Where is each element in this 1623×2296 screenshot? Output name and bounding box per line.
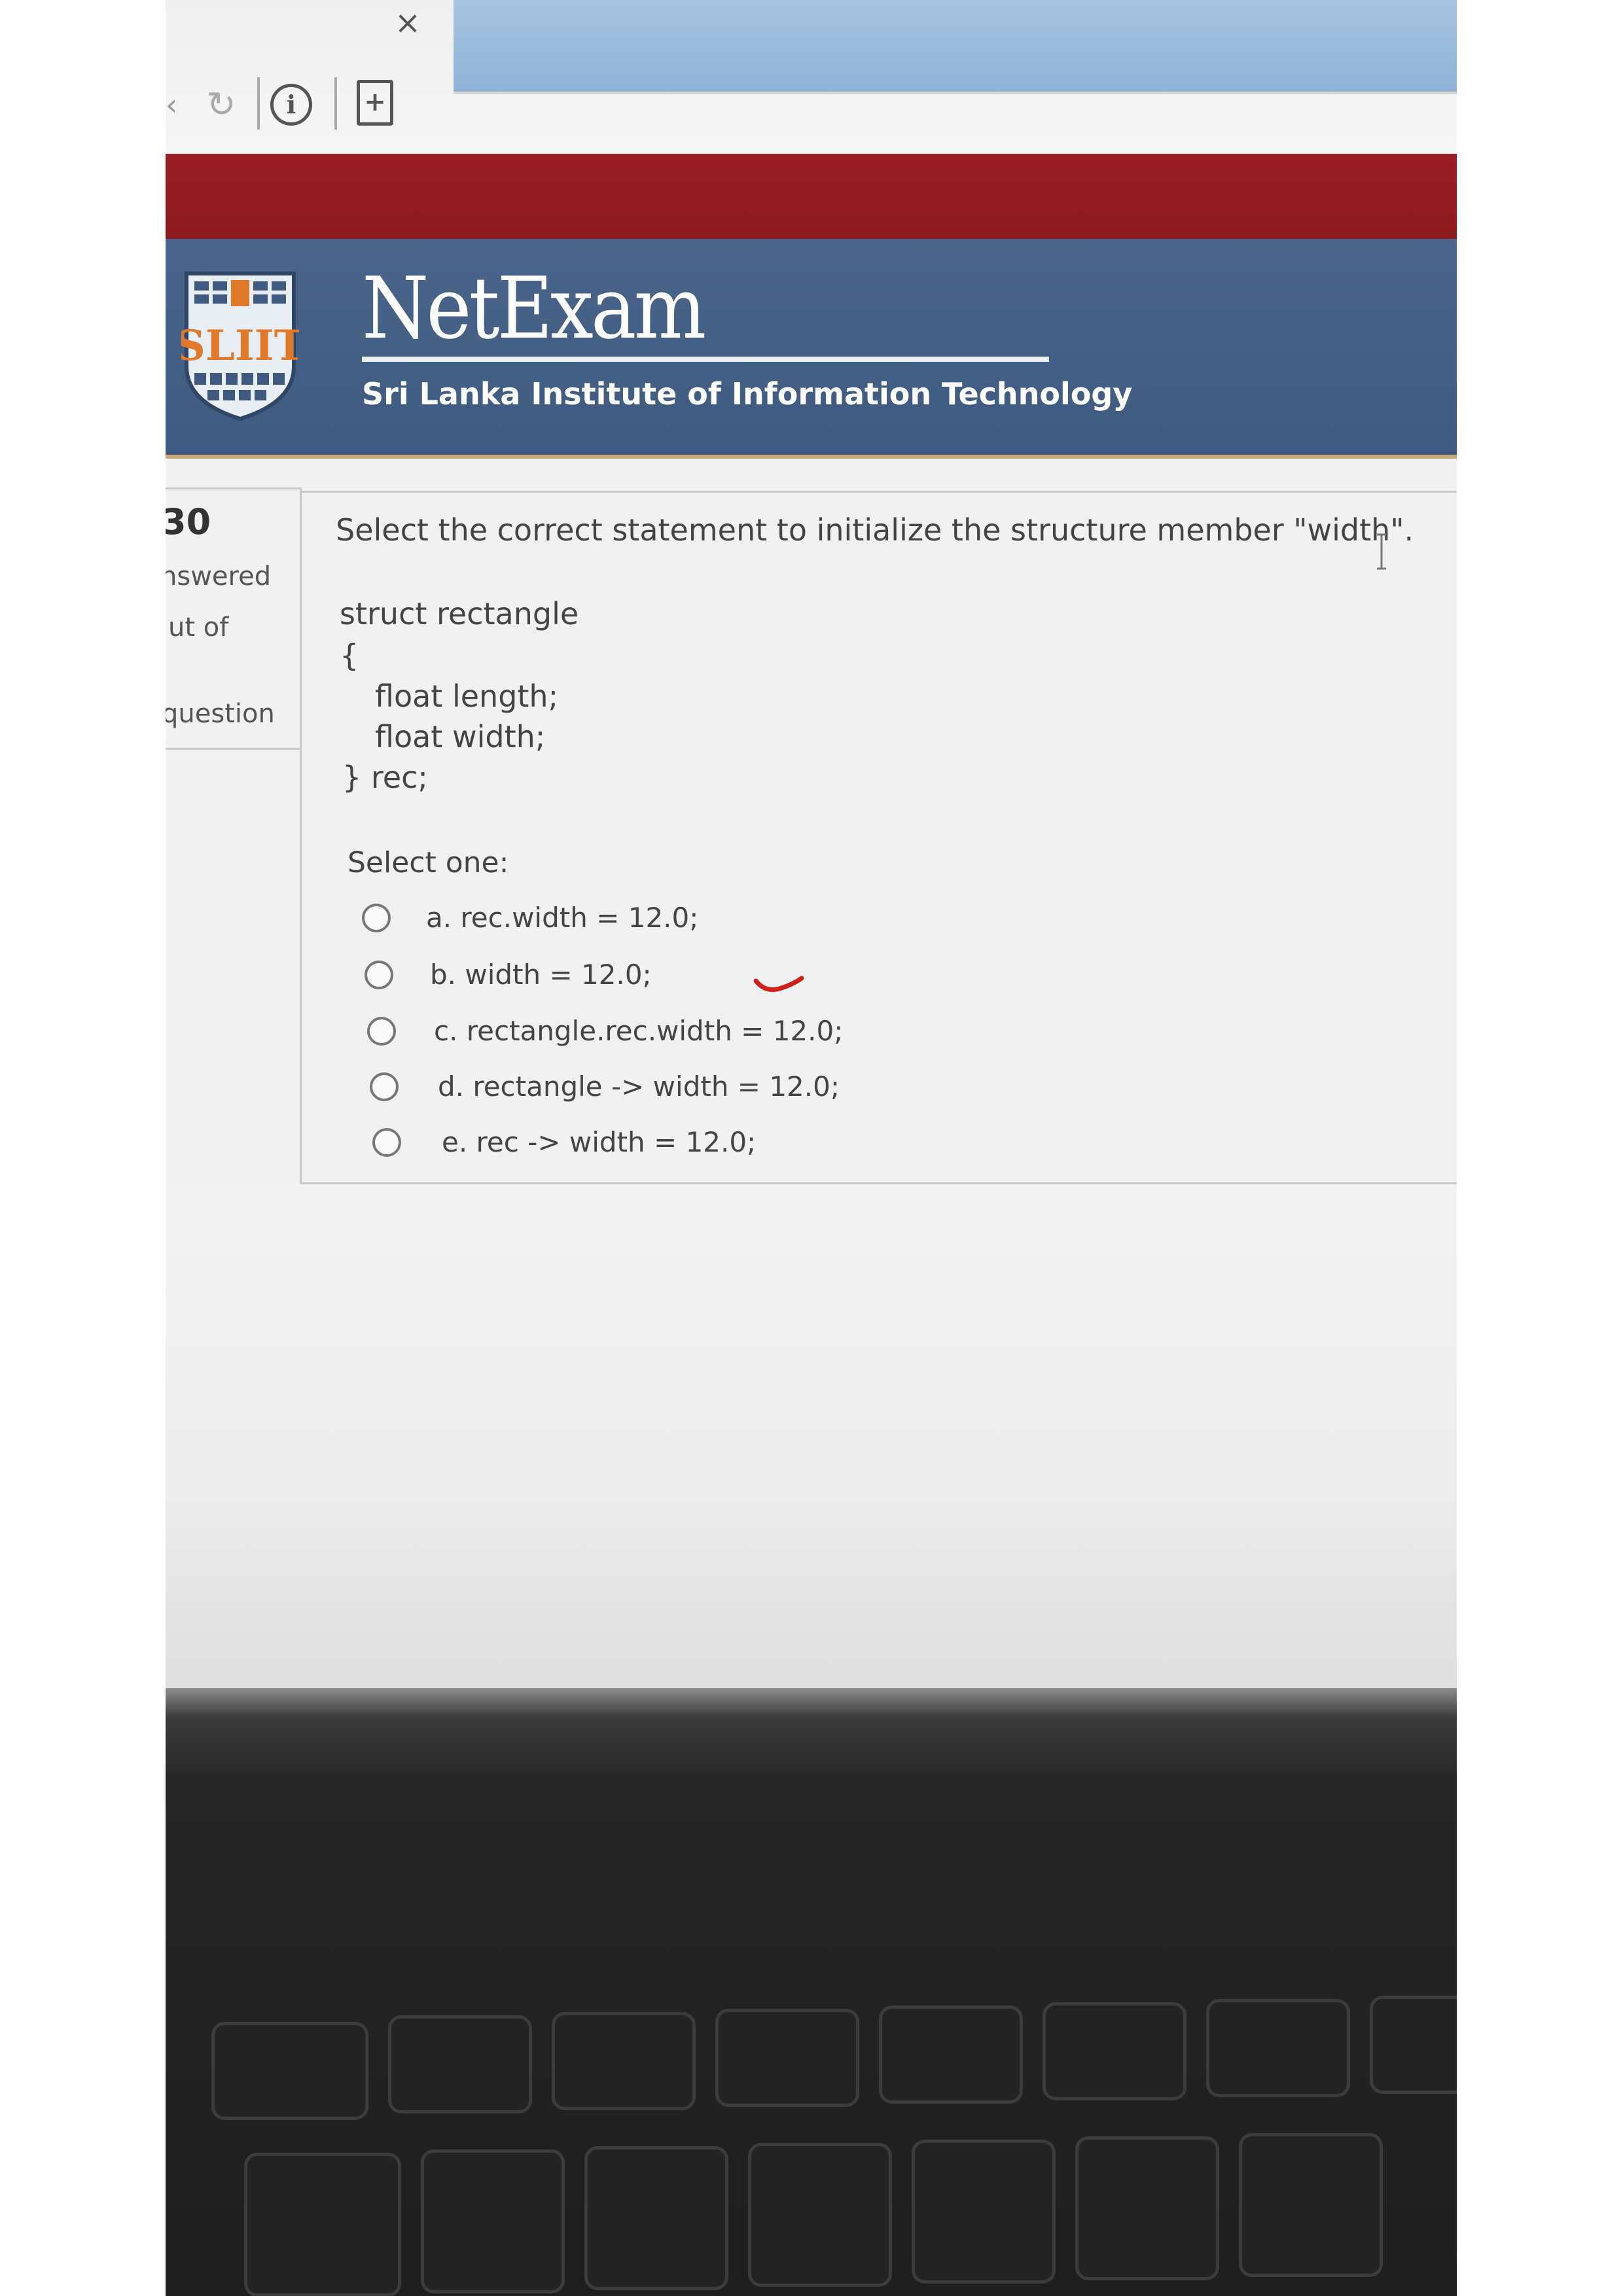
keyboard-key (211, 2022, 368, 2120)
title-divider (362, 357, 1049, 362)
photo-page: × ‹ ↻ i + SLIIT NetExam Sri Lanka Instit… (0, 0, 1623, 2296)
select-one-label: Select one: (348, 846, 509, 879)
logo-text: SLIIT (181, 321, 299, 370)
site-info-icon[interactable]: i (270, 84, 312, 126)
reload-icon[interactable]: ↻ (198, 79, 244, 131)
screen-empty-area (166, 1184, 1457, 1701)
text-cursor-icon (1377, 533, 1386, 570)
option-label: a. rec.width = 12.0; (426, 902, 699, 934)
toolbar-separator (334, 77, 337, 130)
keyboard-key (244, 2153, 401, 2296)
radio-button[interactable] (362, 904, 391, 932)
browser-toolbar: × ‹ ↻ i + (166, 0, 1457, 154)
code-line: struct rectangle (340, 596, 579, 631)
question-prompt: Select the correct statement to initiali… (336, 512, 1414, 548)
toolbar-separator (257, 77, 260, 130)
option-label: e. rec -> width = 12.0; (442, 1126, 757, 1158)
laptop-keyboard (166, 1773, 1457, 2296)
site-header-banner: SLIIT NetExam Sri Lanka Institute of Inf… (166, 239, 1457, 459)
keyboard-key (1075, 2136, 1219, 2280)
option-label: d. rectangle -> width = 12.0; (438, 1070, 840, 1103)
red-pen-annotation (753, 976, 804, 992)
laptop-bezel (166, 1688, 1457, 1773)
keyboard-key (1043, 2002, 1186, 2100)
back-arrow-icon[interactable]: ‹ (166, 82, 185, 128)
add-page-icon[interactable]: + (357, 80, 393, 126)
header-red-band (166, 154, 1457, 239)
keyboard-key (1239, 2133, 1383, 2277)
flag-question[interactable]: question (166, 699, 275, 729)
question-panel: Select the correct statement to initiali… (300, 491, 1457, 1184)
site-title: NetExam (362, 258, 706, 358)
option-label: b. width = 12.0; (430, 959, 652, 991)
keyboard-key (584, 2146, 728, 2290)
keyboard-key (912, 2140, 1056, 2284)
radio-button[interactable] (367, 1017, 396, 1046)
keyboard-key (748, 2143, 892, 2287)
sliit-logo: SLIIT (181, 272, 299, 421)
code-line: } rec; (342, 760, 428, 795)
question-number: 30 (166, 501, 211, 542)
keyboard-key (1206, 1999, 1350, 2097)
code-line: float width; (375, 719, 546, 754)
code-line: { (340, 638, 359, 673)
site-subtitle: Sri Lanka Institute of Information Techn… (362, 376, 1133, 412)
radio-button[interactable] (365, 961, 393, 989)
keyboard-key (879, 2005, 1023, 2104)
radio-button[interactable] (370, 1072, 399, 1101)
keyboard-key (421, 2149, 565, 2293)
answered-status: nswered (166, 561, 272, 592)
radio-button[interactable] (372, 1128, 401, 1157)
marked-out-of: ut of (168, 612, 229, 643)
browser-tab-strip (454, 0, 1457, 94)
option-label: c. rectangle.rec.width = 12.0; (434, 1015, 844, 1047)
keyboard-key (715, 2009, 859, 2107)
keyboard-key (1370, 1996, 1457, 2094)
code-line: float length; (375, 679, 559, 714)
keyboard-key (552, 2012, 696, 2110)
keyboard-key (388, 2015, 532, 2113)
screen-photo: × ‹ ↻ i + SLIIT NetExam Sri Lanka Instit… (166, 0, 1457, 2296)
close-tab-icon[interactable]: × (388, 3, 427, 43)
quiz-navigation-block: 30 nswered ut of question (166, 487, 302, 750)
